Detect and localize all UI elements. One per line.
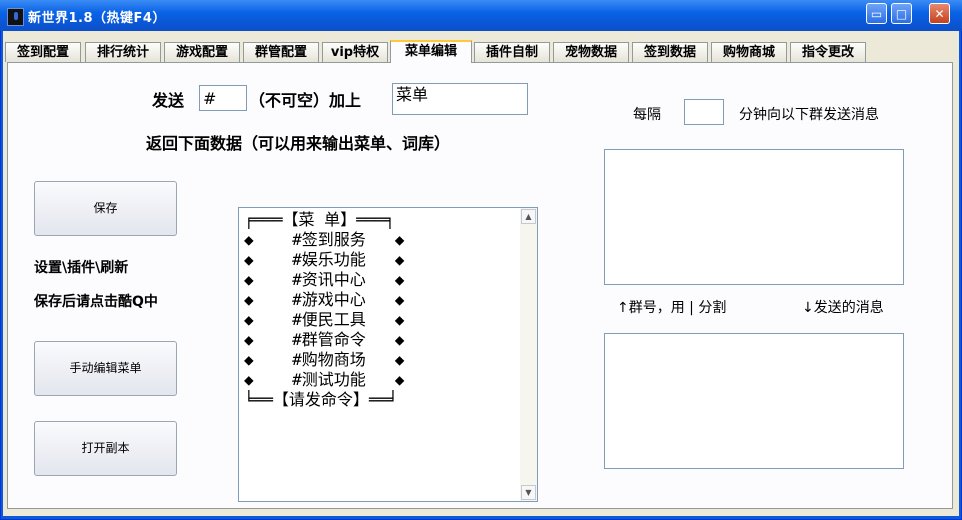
after-label: 分钟向以下群发送消息 [739, 107, 879, 123]
scroll-down-icon[interactable]: ▼ [521, 485, 536, 500]
tab-panel: 发送 # （不可空）加上 菜单 返回下面数据（可以用来输出菜单、词库） 保存 设… [7, 62, 953, 509]
open-copy-button[interactable]: 打开副本 [34, 421, 177, 476]
group-ids-input[interactable] [604, 149, 904, 285]
close-button[interactable]: ✕ [929, 3, 950, 24]
tab-game-config[interactable]: 游戏配置 [164, 42, 240, 62]
menu-content-editor[interactable]: ╒═══【菜 单】═══╕ ◆ #签到服务 ◆ ◆ #娱乐功能 ◆ ◆ #资讯中… [238, 207, 538, 502]
group-ids-hint: ↑群号，用 | 分割 [617, 300, 727, 316]
maximize-button[interactable]: □ [891, 3, 912, 24]
tab-shop[interactable]: 购物商城 [711, 42, 787, 62]
tab-vip[interactable]: vip特权 [322, 42, 388, 62]
window-title: 新世界1.8（热键F4） [28, 11, 166, 26]
suffix-input[interactable]: 菜单 [392, 83, 528, 115]
note-line-2: 保存后请点击酷Q中 [34, 294, 158, 310]
minimize-button[interactable]: ▭ [866, 3, 887, 24]
minutes-input[interactable] [684, 99, 724, 125]
send-label: 发送 [152, 91, 185, 110]
tab-group-config[interactable]: 群管配置 [243, 42, 319, 62]
return-label: 返回下面数据（可以用来输出菜单、词库） [146, 134, 451, 153]
app-icon [7, 8, 24, 26]
tab-sign-data[interactable]: 签到数据 [632, 42, 708, 62]
vertical-scrollbar[interactable]: ▲ ▼ [520, 208, 537, 501]
not-empty-label: （不可空）加上 [249, 91, 362, 110]
message-hint: ↓发送的消息 [802, 300, 884, 316]
menu-content-text[interactable]: ╒═══【菜 单】═══╕ ◆ #签到服务 ◆ ◆ #娱乐功能 ◆ ◆ #资讯中… [244, 210, 514, 410]
tab-plugin[interactable]: 插件自制 [474, 42, 550, 62]
tab-commands[interactable]: 指令更改 [790, 42, 866, 62]
title-bar[interactable]: 新世界1.8（热键F4） ▭ □ ✕ [0, 0, 962, 31]
message-input[interactable] [604, 333, 904, 469]
scroll-up-icon[interactable]: ▲ [521, 209, 536, 224]
manual-edit-button[interactable]: 手动编辑菜单 [34, 341, 177, 396]
tab-sign-config[interactable]: 签到配置 [5, 42, 81, 62]
note-line-1: 设置\插件\刷新 [34, 260, 129, 276]
tab-ranking[interactable]: 排行统计 [85, 42, 161, 62]
tab-menu-edit[interactable]: 菜单编辑 [390, 40, 472, 63]
save-button[interactable]: 保存 [34, 181, 177, 236]
client-area: 签到配置 排行统计 游戏配置 群管配置 vip特权 菜单编辑 插件自制 宠物数据… [3, 31, 959, 516]
tab-pet-data[interactable]: 宠物数据 [553, 42, 629, 62]
every-label: 每隔 [633, 107, 661, 123]
trigger-input[interactable]: # [199, 85, 247, 111]
